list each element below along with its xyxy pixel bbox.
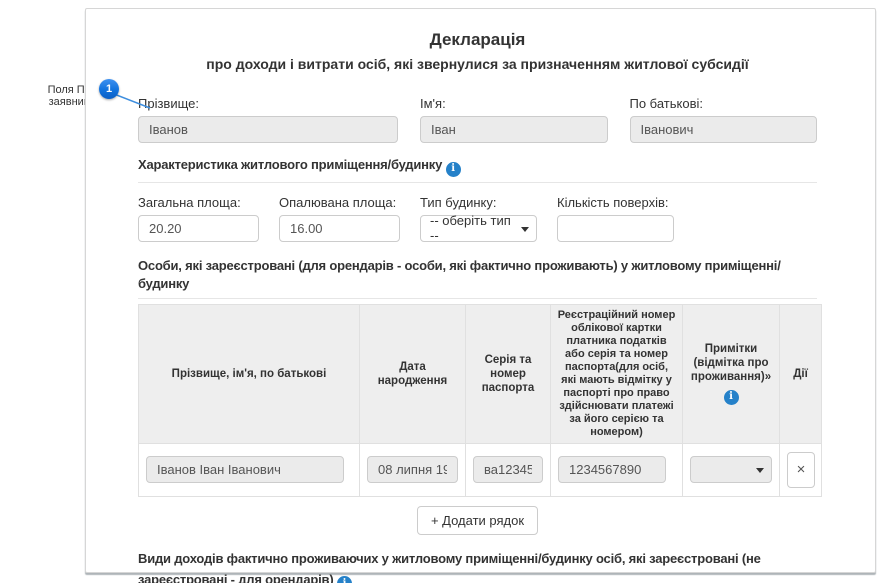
resident-note-select[interactable] (690, 456, 772, 483)
building-type-selected-value: -- оберіть тип -- (430, 213, 518, 243)
resident-passport-field (473, 456, 543, 483)
applicant-name-row: Прізвище: Ім'я: По батькові: (138, 96, 817, 143)
col-header-name: Прізвище, ім'я, по батькові (139, 304, 360, 443)
caret-down-icon (521, 227, 529, 232)
section-divider (138, 298, 817, 299)
total-area-label: Загальна площа: (138, 195, 259, 210)
declaration-form-panel: Декларація про доходи і витрати осіб, як… (85, 8, 876, 573)
total-area-field[interactable] (138, 215, 259, 242)
delete-row-button[interactable]: × (787, 452, 815, 488)
table-row: × (139, 443, 822, 496)
info-icon[interactable]: i (724, 390, 739, 405)
add-row-container: + Додати рядок (138, 506, 817, 535)
col-header-taxnumber: Реєстраційний номер облікової картки пла… (551, 304, 683, 443)
annotation-label: Поля ПІБ заявника (0, 84, 95, 108)
add-row-button[interactable]: + Додати рядок (417, 506, 538, 535)
page-subtitle: про доходи і витрати осіб, які звернулис… (138, 55, 817, 74)
caret-down-icon (756, 468, 764, 473)
firstname-label: Ім'я: (420, 96, 608, 111)
col-header-notes: Примітки (відмітка про проживання)» i (683, 304, 780, 443)
building-type-label: Тип будинку: (420, 195, 537, 210)
residents-table: Прізвище, ім'я, по батькові Дата народже… (138, 304, 822, 497)
lastname-label: Прізвище: (138, 96, 398, 111)
floors-label: Кількість поверхів: (557, 195, 674, 210)
firstname-field (420, 116, 608, 143)
section-divider (138, 182, 817, 183)
income-heading-text: Види доходів фактично проживаючих у житл… (138, 551, 761, 583)
patronymic-field (630, 116, 818, 143)
patronymic-label: По батькові: (630, 96, 818, 111)
annotation-badge-1: 1 (99, 79, 119, 99)
housing-heading-text: Характеристика житлового приміщення/буди… (138, 157, 442, 172)
heated-area-label: Опалювана площа: (279, 195, 400, 210)
resident-taxnumber-field (558, 456, 666, 483)
info-icon[interactable]: i (337, 576, 352, 583)
residents-section-heading: Особи, які зареєстровані (для орендарів … (138, 257, 817, 293)
close-icon: × (797, 461, 806, 478)
notes-header-text: Примітки (відмітка про проживання)» (688, 342, 774, 384)
lastname-field (138, 116, 398, 143)
housing-section-heading: Характеристика житлового приміщення/буди… (138, 156, 817, 177)
page-title: Декларація (138, 29, 817, 51)
housing-fields-row: Загальна площа: Опалювана площа: Тип буд… (138, 195, 817, 242)
floors-field[interactable] (557, 215, 674, 242)
resident-birthdate-field (367, 456, 458, 483)
col-header-passport: Серія та номер паспорта (466, 304, 551, 443)
heated-area-field[interactable] (279, 215, 400, 242)
building-type-select[interactable]: -- оберіть тип -- (420, 215, 537, 242)
col-header-actions: Дії (780, 304, 822, 443)
info-icon[interactable]: i (446, 162, 461, 177)
income-section-heading: Види доходів фактично проживаючих у житл… (138, 548, 817, 583)
resident-name-field (146, 456, 344, 483)
residents-table-header-row: Прізвище, ім'я, по батькові Дата народже… (139, 304, 822, 443)
col-header-birthdate: Дата народження (360, 304, 466, 443)
